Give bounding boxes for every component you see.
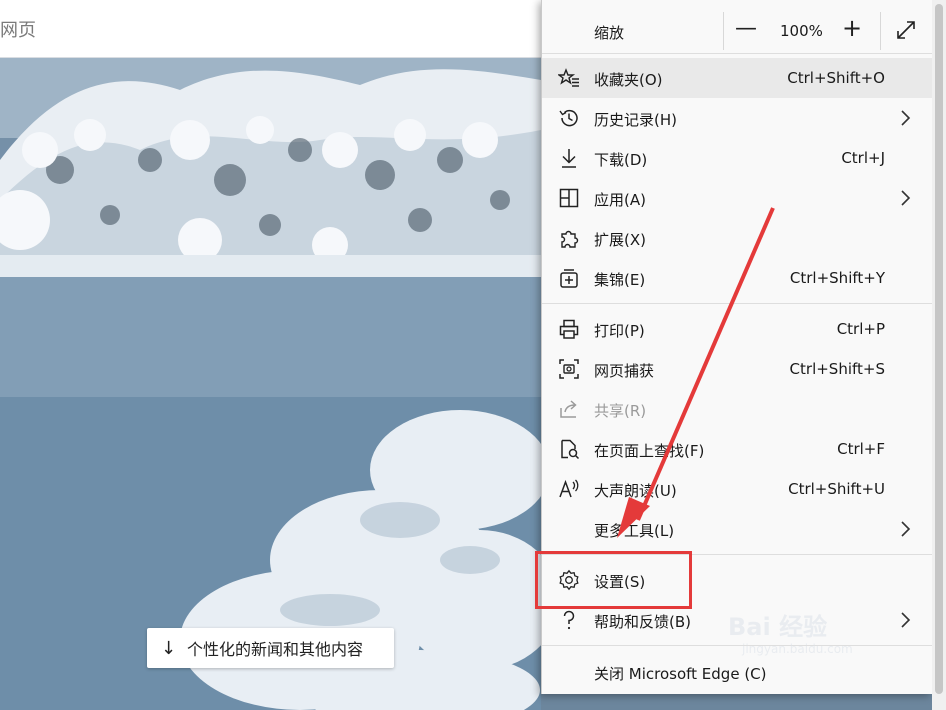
menu-item-label: 共享(R) (594, 402, 647, 420)
menu-item-more-tools[interactable]: 更多工具(L) (542, 509, 933, 549)
chevron-right-icon (901, 190, 911, 206)
search-box[interactable] (0, 0, 541, 58)
download-icon (562, 149, 576, 168)
personalized-news-button[interactable]: ↓ 个性化的新闻和其他内容 (147, 628, 394, 668)
zoom-value: 100% (780, 22, 823, 40)
menu-item-print[interactable]: 打印(P) Ctrl+P (542, 309, 933, 349)
menu-item-downloads[interactable]: 下载(D) Ctrl+J (542, 138, 933, 178)
menu-item-history[interactable]: 历史记录(H) (542, 98, 933, 138)
personalized-news-label: 个性化的新闻和其他内容 (187, 640, 364, 659)
web-capture-icon (559, 359, 579, 379)
menu-item-web-capture[interactable]: 网页捕获 Ctrl+Shift+S (542, 349, 933, 389)
divider (542, 303, 933, 304)
menu-item-label: 历史记录(H) (594, 111, 677, 129)
menu-item-label: 设置(S) (594, 573, 646, 591)
menu-item-shortcut: Ctrl+Shift+S (789, 360, 885, 378)
menu-item-shortcut: Ctrl+Shift+Y (789, 269, 885, 287)
divider (542, 554, 933, 555)
history-icon (559, 109, 578, 127)
menu-item-shortcut: Ctrl+J (841, 149, 885, 167)
share-icon (560, 400, 577, 418)
search-input[interactable] (0, 18, 520, 42)
chevron-right-icon (901, 521, 911, 537)
menu-item-extensions[interactable]: 扩展(X) (542, 218, 933, 258)
settings-icon (559, 569, 579, 591)
divider (542, 645, 933, 646)
favorites-icon (558, 68, 579, 87)
menu-item-shortcut: Ctrl+F (837, 440, 885, 458)
arrow-down-icon: ↓ (161, 637, 177, 659)
find-on-page-icon (561, 439, 580, 460)
collections-icon (560, 269, 578, 288)
menu-item-label: 下载(D) (594, 151, 648, 169)
menu-item-help-feedback[interactable]: 帮助和反馈(B) (542, 600, 933, 640)
menu-item-collections[interactable]: 集锦(E) Ctrl+Shift+Y (542, 258, 933, 298)
zoom-label: 缩放 (594, 24, 625, 42)
chevron-right-icon (901, 110, 911, 126)
menu-item-shortcut: Ctrl+P (836, 320, 885, 338)
extensions-icon (561, 230, 579, 248)
scrollbar-thumb[interactable] (935, 4, 943, 694)
menu-item-close-edge[interactable]: 关闭 Microsoft Edge (C) (542, 652, 933, 692)
divider (880, 12, 881, 50)
menu-item-label: 在页面上查找(F) (594, 442, 705, 460)
menu-item-label: 大声朗读(U) (594, 482, 677, 500)
divider (723, 12, 724, 50)
zoom-in-button[interactable]: + (842, 14, 862, 42)
zoom-row: 缩放 — 100% + (542, 0, 933, 54)
menu-item-shortcut: Ctrl+Shift+O (787, 69, 885, 87)
menu-item-label: 更多工具(L) (594, 522, 675, 540)
menu-item-shortcut: Ctrl+Shift+U (788, 480, 885, 498)
menu-item-label: 集锦(E) (594, 271, 646, 289)
menu-item-share[interactable]: 共享(R) (542, 389, 933, 429)
menu-item-label: 应用(A) (594, 191, 646, 209)
scrollbar[interactable] (932, 0, 946, 710)
menu-item-apps[interactable]: 应用(A) (542, 178, 933, 218)
help-icon (563, 610, 575, 630)
fullscreen-icon[interactable] (896, 20, 916, 40)
menu-item-label: 网页捕获 (594, 362, 655, 380)
menu-item-label: 扩展(X) (594, 231, 646, 249)
print-icon (559, 319, 579, 339)
menu-item-favorites[interactable]: 收藏夹(O) Ctrl+Shift+O (542, 58, 933, 98)
menu-item-label: 关闭 Microsoft Edge (C) (594, 665, 767, 683)
edge-settings-menu: 缩放 — 100% + 收藏夹(O) Ctrl+Shift+O 历史记录(H) (541, 0, 933, 694)
menu-item-settings[interactable]: 设置(S) (542, 560, 933, 600)
menu-item-read-aloud[interactable]: 大声朗读(U) Ctrl+Shift+U (542, 469, 933, 509)
apps-icon (559, 188, 579, 208)
menu-item-label: 帮助和反馈(B) (594, 613, 691, 631)
menu-item-label: 收藏夹(O) (594, 71, 663, 89)
menu-item-find-on-page[interactable]: 在页面上查找(F) Ctrl+F (542, 429, 933, 469)
read-aloud-icon (559, 479, 579, 498)
zoom-out-button[interactable]: — (735, 16, 757, 41)
chevron-right-icon (901, 612, 911, 628)
menu-item-label: 打印(P) (594, 322, 645, 340)
